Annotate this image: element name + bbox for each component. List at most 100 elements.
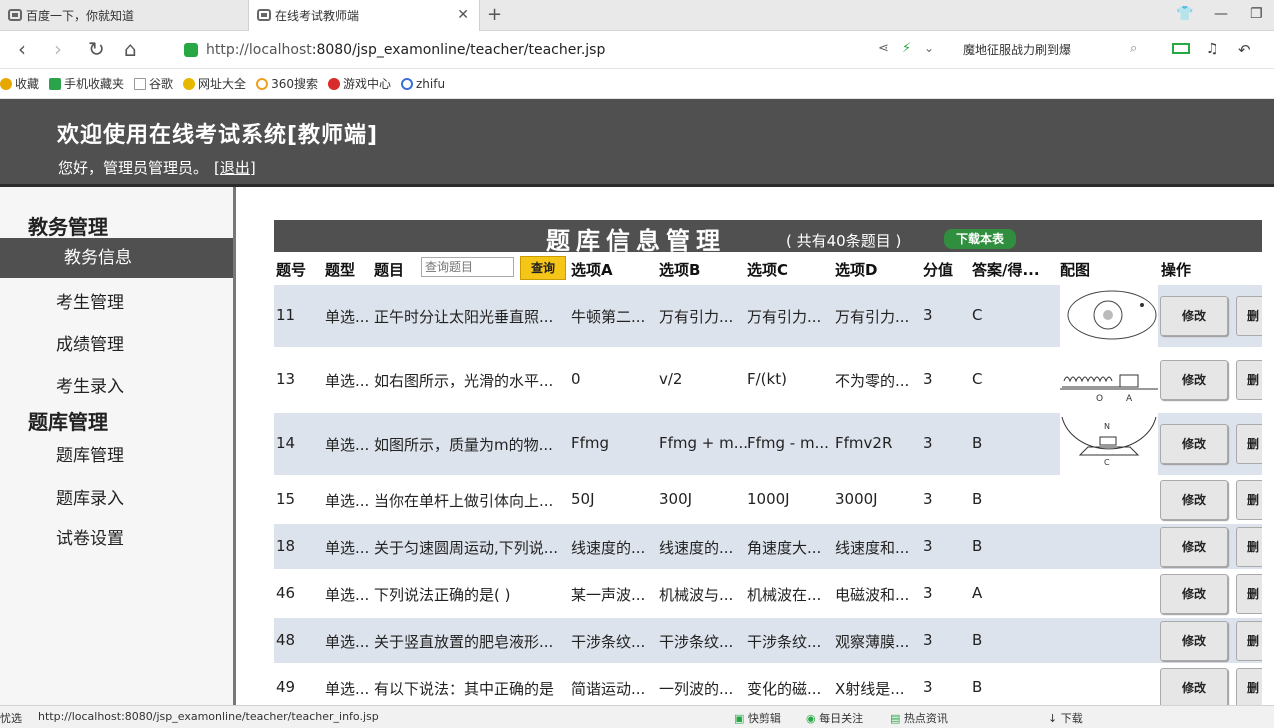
close-icon[interactable]: ✕ bbox=[457, 7, 469, 23]
edit-button[interactable]: 修改 bbox=[1160, 573, 1228, 614]
browser-tab-baidu[interactable]: 百度一下，你就知道 bbox=[0, 0, 248, 31]
status-left-label: 忧选 bbox=[0, 712, 22, 725]
delete-button[interactable]: 删 bbox=[1236, 620, 1262, 661]
sidebar-item-question-bank[interactable]: 题库管理 bbox=[56, 441, 124, 466]
edit-button[interactable]: 修改 bbox=[1160, 479, 1228, 520]
question-figure bbox=[1060, 285, 1158, 347]
cell-type: 单选... bbox=[325, 632, 370, 651]
delete-button[interactable]: 删 bbox=[1236, 424, 1262, 464]
cell-d: 万有引力... bbox=[835, 308, 910, 326]
cell-score: 3 bbox=[923, 434, 933, 452]
app-title: 欢迎使用在线考试系统[教师端] bbox=[57, 123, 379, 148]
back-icon[interactable]: ‹ bbox=[18, 38, 26, 60]
zhifu-icon bbox=[400, 77, 413, 90]
col-action: 操作 bbox=[1161, 261, 1192, 279]
edit-button[interactable]: 修改 bbox=[1160, 620, 1228, 661]
delete-button[interactable]: 删 bbox=[1236, 526, 1262, 567]
cell-a: 简谐运动... bbox=[571, 679, 646, 698]
bookmark-item[interactable]: zhifu bbox=[400, 77, 445, 91]
cell-c: F/(kt) bbox=[747, 370, 787, 388]
sidebar-item-scores[interactable]: 成绩管理 bbox=[56, 330, 124, 355]
search-input[interactable] bbox=[421, 257, 514, 277]
new-tab-icon[interactable]: + bbox=[487, 4, 502, 25]
lightning-icon[interactable]: ⚡ bbox=[902, 41, 920, 57]
cell-q: 如右图所示，光滑的水平... bbox=[374, 372, 554, 390]
bookmark-item[interactable]: 网址大全 bbox=[183, 75, 246, 92]
search-360-icon bbox=[256, 77, 269, 90]
browser-tab-exam[interactable]: 在线考试教师端 ✕ bbox=[248, 0, 480, 31]
edit-button[interactable]: 修改 bbox=[1160, 667, 1228, 705]
cell-id: 48 bbox=[276, 630, 296, 649]
status-item-quick-clip[interactable]: ▣ 快剪辑 bbox=[734, 710, 781, 726]
chevron-down-icon[interactable]: ⌄ bbox=[924, 41, 942, 57]
home-icon[interactable]: ⌂ bbox=[124, 38, 137, 60]
greeting-text: 您好，管理员管理员。 bbox=[58, 159, 209, 177]
delete-button[interactable]: 删 bbox=[1236, 667, 1262, 705]
sidebar-item-add-student[interactable]: 考生录入 bbox=[56, 372, 124, 397]
col-question: 题目 bbox=[374, 261, 405, 279]
bookmark-item[interactable]: 手机收藏夹 bbox=[49, 75, 124, 92]
svg-text:N: N bbox=[1104, 422, 1110, 431]
svg-text:C: C bbox=[1104, 458, 1110, 467]
cell-type: 单选... bbox=[325, 538, 370, 557]
download-table-button[interactable]: 下载本表 bbox=[944, 229, 1017, 249]
battery-icon[interactable] bbox=[1172, 43, 1190, 54]
status-item-daily[interactable]: ◉ 每日关注 bbox=[806, 710, 863, 726]
edit-button[interactable]: 修改 bbox=[1160, 526, 1228, 567]
search-suggestion[interactable]: 魔地征服战力刷到爆 bbox=[963, 41, 1071, 58]
play-icon: ◉ bbox=[806, 712, 816, 725]
delete-button[interactable]: 删 bbox=[1236, 296, 1262, 336]
cell-d: X射线是... bbox=[835, 679, 905, 698]
refresh-icon[interactable]: ↻ bbox=[88, 38, 105, 60]
search-icon[interactable]: ⌕ bbox=[1130, 41, 1148, 57]
table-row: 14 单选... 如图所示，质量为m的物... Ffmg Ffmg + m... Ffmg… bbox=[274, 413, 1262, 475]
tab-favicon-icon bbox=[8, 9, 22, 21]
table-row: 46 单选... 下列说法正确的是( ) 某一声波... 机械波与... 机械波在... 电… bbox=[274, 571, 1262, 616]
forward-icon[interactable]: › bbox=[54, 38, 62, 60]
cell-id: 11 bbox=[276, 306, 296, 324]
sidebar-item-academic-info[interactable]: 教务信息 bbox=[0, 238, 233, 278]
col-option-c: 选项C bbox=[747, 261, 789, 279]
sidebar-item-students[interactable]: 考生管理 bbox=[56, 288, 124, 313]
search-button[interactable]: 查询 bbox=[520, 256, 566, 280]
delete-button[interactable]: 删 bbox=[1236, 479, 1262, 520]
bookmark-item[interactable]: 谷歌 bbox=[134, 75, 173, 92]
delete-button[interactable]: 删 bbox=[1236, 573, 1262, 614]
cell-b: 一列波的... bbox=[659, 679, 734, 698]
edit-button[interactable]: 修改 bbox=[1160, 424, 1228, 464]
cell-score: 3 bbox=[923, 536, 933, 555]
cell-a: 干涉条纹... bbox=[571, 632, 646, 651]
sidebar-item-add-question[interactable]: 题库录入 bbox=[56, 484, 124, 509]
address-bar[interactable]: http://localhost:8080/jsp_examonline/tea… bbox=[184, 35, 944, 65]
maximize-icon[interactable]: ❐ bbox=[1250, 6, 1263, 22]
game-icon bbox=[327, 77, 340, 90]
bookmark-item[interactable]: 360搜索 bbox=[256, 75, 318, 92]
question-figure: NC bbox=[1060, 413, 1158, 475]
status-item-news[interactable]: ▤ 热点资讯 bbox=[890, 710, 948, 726]
logout-link[interactable]: [退出] bbox=[214, 159, 256, 177]
bookmark-item[interactable]: 游戏中心 bbox=[327, 75, 391, 92]
page-icon bbox=[134, 77, 147, 90]
cell-c: 万有引力... bbox=[747, 308, 822, 326]
cell-id: 15 bbox=[276, 489, 296, 508]
edit-button[interactable]: 修改 bbox=[1160, 296, 1228, 336]
cell-ans: B bbox=[972, 434, 983, 452]
edit-button[interactable]: 修改 bbox=[1160, 360, 1228, 400]
undo-icon[interactable]: ↶ bbox=[1238, 41, 1256, 59]
address-url[interactable]: http://localhost:8080/jsp_examonline/tea… bbox=[206, 42, 605, 58]
sidebar-group-academic: 教务管理 bbox=[28, 215, 108, 239]
news-icon: ▤ bbox=[890, 712, 901, 725]
shirt-icon[interactable]: 👕 bbox=[1176, 6, 1193, 22]
share-icon[interactable]: ⋖ bbox=[878, 41, 896, 57]
delete-button[interactable]: 删 bbox=[1236, 360, 1262, 400]
greeting: 您好，管理员管理员。 [退出] bbox=[58, 157, 256, 178]
col-type: 题型 bbox=[325, 261, 356, 279]
cell-b: 机械波与... bbox=[659, 585, 734, 604]
cell-ans: A bbox=[972, 583, 983, 602]
bookmark-item[interactable]: 收藏 bbox=[0, 75, 39, 92]
sidebar-item-exam-settings[interactable]: 试卷设置 bbox=[56, 524, 124, 549]
cell-type: 单选... bbox=[325, 436, 370, 454]
status-item-download[interactable]: ↓ 下载 bbox=[1048, 710, 1083, 726]
minimize-icon[interactable]: — bbox=[1214, 6, 1228, 22]
headphones-icon[interactable]: ♫ bbox=[1206, 41, 1224, 57]
